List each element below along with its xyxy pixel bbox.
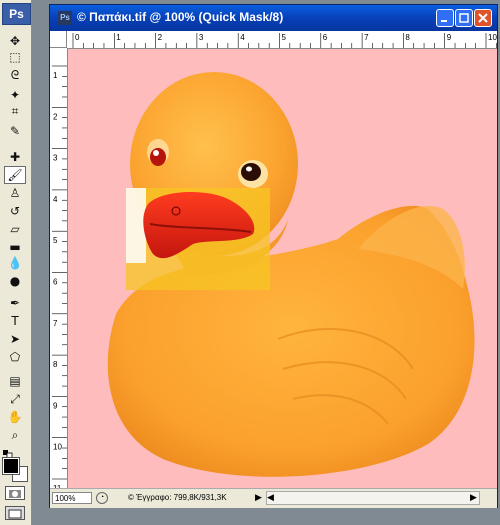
ruler-label: 3	[53, 154, 58, 163]
slice-tool[interactable]: ✎	[4, 122, 26, 140]
scroll-right-icon[interactable]: ▶	[470, 492, 477, 503]
ruler-label: 0	[75, 33, 80, 42]
healing-brush-tool[interactable]: ✚	[4, 148, 26, 166]
maximize-button[interactable]	[455, 9, 473, 27]
ruler-label: 3	[199, 33, 204, 42]
lasso-tool[interactable]: ᘓ	[4, 66, 26, 84]
ruler-label: 5	[282, 33, 287, 42]
photoshop-logo[interactable]: Ps	[2, 3, 31, 25]
zoom-level-field[interactable]: 100%	[52, 492, 92, 504]
ruler-label: 5	[53, 236, 58, 245]
ruler-origin[interactable]	[50, 31, 67, 48]
ruler-label: 10	[488, 33, 497, 42]
hand-tool[interactable]: ✋	[4, 408, 26, 426]
document-profile-icon[interactable]: ◔	[96, 492, 108, 504]
ruler-label: 2	[158, 33, 163, 42]
eyedropper-tool[interactable]: ⤢	[4, 390, 26, 408]
document-title-bar[interactable]: Ps © Παπάκι.tif @ 100% (Quick Mask/8)	[50, 5, 497, 31]
blur-tool[interactable]: 💧	[4, 254, 26, 272]
clone-stamp-tool[interactable]: ♙	[4, 184, 26, 202]
ruler-label: 9	[53, 401, 58, 410]
history-brush-tool[interactable]: ↺	[4, 202, 26, 220]
ruler-label: 10	[53, 443, 62, 452]
screen-mode-button[interactable]	[5, 506, 25, 520]
image-canvas[interactable]	[68, 49, 497, 488]
ruler-label: 1	[116, 33, 121, 42]
status-bar: 100% ◔ © Έγγραφο: 799,8K/931,3K ▶ ◀ ▶	[50, 488, 497, 508]
rubber-duck-image	[107, 72, 475, 477]
marquee-tool[interactable]: ⬚	[4, 48, 26, 66]
quick-mask-mode-button[interactable]	[5, 486, 25, 500]
ruler-label: 8	[53, 360, 58, 369]
path-selection-tool[interactable]: ➤	[4, 330, 26, 348]
ruler-label: 1	[53, 71, 58, 80]
document-window: Ps © Παπάκι.tif @ 100% (Quick Mask/8) 0 1…	[49, 4, 498, 508]
type-tool[interactable]: T	[4, 312, 26, 330]
brush-tool[interactable]: 🖌	[4, 166, 26, 184]
default-colors-icon[interactable]	[3, 445, 13, 459]
ruler-label: 4	[240, 33, 245, 42]
foreground-color-swatch[interactable]	[2, 457, 20, 475]
horizontal-ruler[interactable]: 0 1 2 3 4 5 6 7 8 9 10	[67, 31, 497, 49]
ruler-label: 7	[53, 319, 58, 328]
shape-tool[interactable]: ⬠	[4, 348, 26, 366]
document-size-info: © Έγγραφο: 799,8K/931,3K	[128, 493, 227, 502]
scroll-left-icon[interactable]: ◀	[267, 492, 274, 503]
close-button[interactable]	[474, 9, 492, 27]
ruler-label: 4	[53, 195, 58, 204]
tools-palette: Ps ✥ ⬚ ᘓ ✦ ⌗ ✎ ✚ 🖌 ♙ ↺ ▱ ▬ 💧 ● ✒ T ➤ ⬠ ▤ ⤢ ✋ ⌕	[0, 0, 32, 525]
crop-tool[interactable]: ⌗	[4, 102, 26, 120]
vertical-ruler[interactable]: 1234567891011	[50, 48, 68, 488]
photoshop-document-icon: Ps	[58, 11, 72, 25]
dodge-tool[interactable]: ●	[4, 272, 26, 290]
ruler-label: 8	[405, 33, 410, 42]
document-title: © Παπάκι.tif @ 100% (Quick Mask/8)	[77, 10, 284, 24]
ruler-label: 2	[53, 112, 58, 121]
ruler-label: 6	[323, 33, 328, 42]
horizontal-scrollbar[interactable]	[266, 491, 480, 505]
ruler-label: 9	[447, 33, 452, 42]
eraser-tool[interactable]: ▱	[4, 220, 26, 238]
zoom-tool[interactable]: ⌕	[4, 426, 26, 444]
notes-tool[interactable]: ▤	[4, 372, 26, 390]
minimize-button[interactable]	[436, 9, 454, 27]
ruler-label: 6	[53, 278, 58, 287]
ruler-label: 7	[364, 33, 369, 42]
pen-tool[interactable]: ✒	[4, 294, 26, 312]
status-menu-arrow-icon[interactable]: ▶	[255, 492, 262, 503]
